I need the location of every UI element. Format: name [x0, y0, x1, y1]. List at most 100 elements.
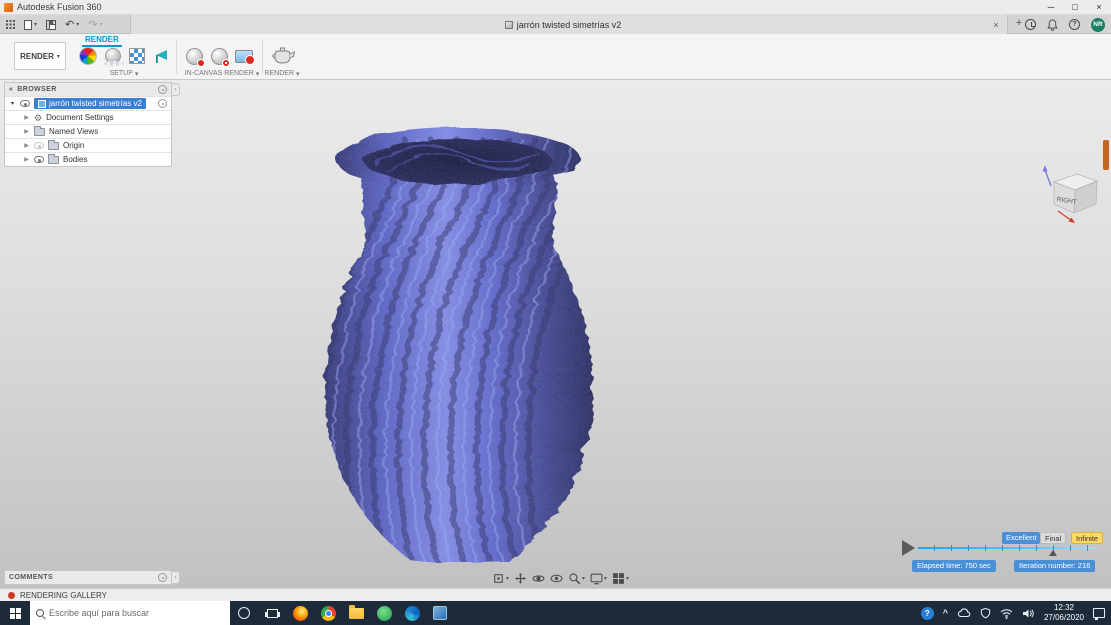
- scene-settings-button[interactable]: [103, 46, 124, 66]
- taskbar-search[interactable]: [30, 601, 230, 625]
- visibility-eye-icon[interactable]: [34, 142, 44, 149]
- speaker-icon[interactable]: [1022, 608, 1035, 619]
- job-status-icon[interactable]: [1025, 19, 1036, 30]
- workspace-selector-button[interactable]: RENDER ▾: [14, 42, 66, 70]
- comments-panel-handle[interactable]: ›: [172, 571, 180, 584]
- window-controls: ─ □ ×: [1039, 0, 1111, 15]
- render-sphere-icon: [210, 47, 230, 67]
- search-input[interactable]: [49, 608, 209, 618]
- browser-panel: « BROWSER › ▾ jarrón twisted simetrías v…: [4, 82, 180, 167]
- texture-map-controls-button[interactable]: [127, 46, 147, 66]
- ribbon-toolbar: RENDER ▾ RENDER SETUP ▾ IN-CANVAS RENDER…: [0, 34, 1111, 80]
- iteration-number-badge: Iteration number: 216: [1014, 560, 1096, 572]
- browser-root-row[interactable]: ▾ jarrón twisted simetrías v2: [5, 96, 171, 110]
- in-canvas-render-group-dropdown[interactable]: IN-CANVAS RENDER ▾: [178, 68, 266, 79]
- onedrive-cloud-icon[interactable]: [957, 607, 971, 619]
- cortana-button[interactable]: [230, 601, 258, 625]
- user-avatar[interactable]: NR: [1091, 17, 1105, 32]
- redo-button[interactable]: ↷ ▾: [88, 19, 102, 30]
- expand-collapsed-icon[interactable]: ▶: [23, 128, 30, 135]
- collapse-panel-button[interactable]: «: [9, 86, 13, 93]
- browser-root-selection[interactable]: jarrón twisted simetrías v2: [34, 98, 146, 109]
- in-canvas-render-button[interactable]: [184, 46, 205, 67]
- decal-button[interactable]: [151, 46, 171, 66]
- setup-group-dropdown[interactable]: SETUP ▾: [76, 68, 172, 79]
- look-at-button[interactable]: [550, 572, 563, 585]
- capture-image-button[interactable]: [234, 46, 255, 66]
- render-button[interactable]: [268, 46, 296, 66]
- close-tab-button[interactable]: ×: [990, 20, 1002, 30]
- in-canvas-render-stop-button[interactable]: [209, 46, 230, 67]
- green-app-taskbar-button[interactable]: [370, 601, 398, 625]
- edge-taskbar-button[interactable]: [398, 601, 426, 625]
- zoom-button[interactable]: ▾: [568, 572, 585, 585]
- cortana-icon: [238, 607, 250, 619]
- action-center-icon[interactable]: [1093, 608, 1105, 620]
- minimize-button[interactable]: ─: [1039, 0, 1063, 15]
- browser-row-origin[interactable]: ▶ Origin: [5, 138, 171, 152]
- edge-icon: [404, 605, 420, 621]
- notification-bell-icon[interactable]: [1047, 18, 1058, 31]
- taskbar-clock[interactable]: 12:32 27/06/2020: [1044, 603, 1084, 623]
- chevron-down-icon: ▾: [56, 53, 60, 60]
- file-menu-button[interactable]: ▾: [24, 19, 37, 30]
- document-tab[interactable]: jarrón twisted simetrías v2 ×: [130, 15, 1008, 34]
- chevron-down-icon: ▾: [604, 575, 608, 582]
- expand-collapsed-icon[interactable]: ▶: [23, 156, 30, 163]
- browser-row-bodies[interactable]: ▶ Bodies: [5, 152, 171, 166]
- browser-row-document-settings[interactable]: ▶ ⚙ Document Settings: [5, 110, 171, 124]
- orbit-button[interactable]: [532, 572, 545, 585]
- file-explorer-taskbar-button[interactable]: [342, 601, 370, 625]
- wifi-icon[interactable]: [1000, 608, 1013, 619]
- x-axis-arrow-icon: [1057, 210, 1075, 223]
- folder-icon: [48, 153, 59, 164]
- expand-collapsed-icon[interactable]: ▶: [23, 114, 30, 121]
- tray-expand-caret-icon[interactable]: ^: [943, 608, 948, 618]
- display-settings-button[interactable]: ▾: [590, 572, 607, 585]
- expand-open-icon[interactable]: ▾: [9, 100, 16, 107]
- quality-badge-infinite[interactable]: Infinite: [1071, 532, 1104, 544]
- 3d-viewport[interactable]: RIGHT « BROWSER › ▾ jarrón twisted simet…: [0, 80, 1111, 625]
- pan-button[interactable]: [514, 572, 527, 585]
- help-icon[interactable]: ?: [1069, 19, 1080, 30]
- quality-badge-final[interactable]: Final: [1040, 532, 1067, 544]
- start-button[interactable]: [0, 601, 30, 625]
- comments-panel: COMMENTS ›: [4, 570, 180, 585]
- browser-row-named-views[interactable]: ▶ Named Views: [5, 124, 171, 138]
- expand-collapsed-icon[interactable]: ▶: [23, 142, 30, 149]
- save-button[interactable]: [46, 19, 57, 30]
- system-tray: ? ^ 12:32 27/06/2020: [920, 601, 1111, 625]
- render-quality-slider-marker[interactable]: [1049, 550, 1057, 556]
- display-filter-icon[interactable]: [158, 573, 167, 582]
- browser-panel-handle[interactable]: ›: [172, 83, 180, 96]
- close-button[interactable]: ×: [1087, 0, 1111, 15]
- display-filter-icon[interactable]: [158, 85, 167, 94]
- view-cube[interactable]: RIGHT: [1040, 162, 1106, 230]
- new-tab-button[interactable]: +: [1012, 17, 1026, 31]
- appearance-button[interactable]: [78, 46, 98, 66]
- undo-button[interactable]: ↶ ▾: [65, 18, 79, 31]
- scene-sphere-icon: [104, 48, 124, 66]
- chevron-down-icon: ▾: [296, 70, 300, 78]
- maximize-button[interactable]: □: [1063, 0, 1087, 15]
- visibility-eye-icon[interactable]: [34, 156, 44, 163]
- app-grid-menu-button[interactable]: [6, 20, 15, 29]
- chrome-taskbar-button[interactable]: [314, 601, 342, 625]
- security-shield-icon[interactable]: [980, 607, 991, 619]
- task-view-button[interactable]: [258, 601, 286, 625]
- comments-panel-header[interactable]: COMMENTS: [5, 571, 171, 584]
- vase-model[interactable]: [310, 113, 602, 575]
- texture-checker-icon: [129, 48, 145, 64]
- clock-time: 12:32: [1053, 603, 1074, 612]
- render-play-button[interactable]: [902, 540, 915, 556]
- render-group-dropdown[interactable]: RENDER ▾: [258, 68, 306, 79]
- visibility-eye-icon[interactable]: [20, 100, 30, 107]
- quality-badge-excellent[interactable]: Excellent: [1002, 532, 1041, 544]
- grid-layout-button[interactable]: ▾: [612, 572, 629, 585]
- tray-help-icon[interactable]: ?: [920, 606, 934, 620]
- fit-view-button[interactable]: ▾: [492, 572, 509, 585]
- firefox-taskbar-button[interactable]: [286, 601, 314, 625]
- blue-app-taskbar-button[interactable]: [426, 601, 454, 625]
- display-filter-icon[interactable]: [158, 99, 167, 108]
- undo-icon: ↶: [65, 18, 75, 31]
